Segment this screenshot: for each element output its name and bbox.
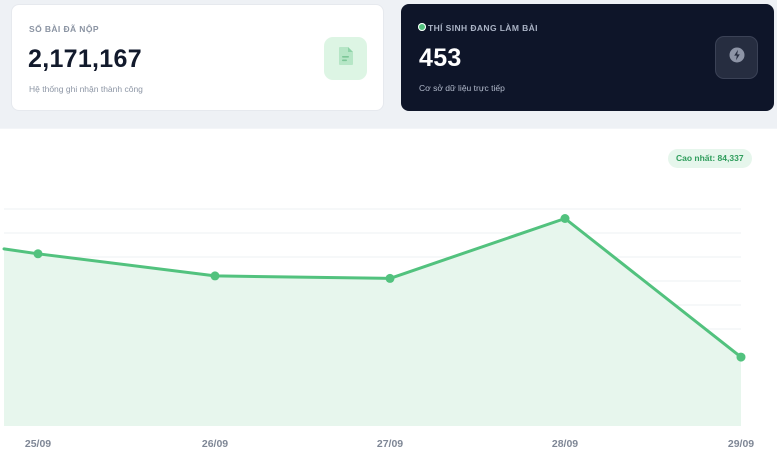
peak-value-badge: Cao nhất: 84,337	[668, 149, 752, 168]
data-point	[560, 214, 570, 223]
x-tick-label: 29/09	[728, 438, 754, 450]
x-tick-label: 25/09	[25, 438, 51, 450]
data-point	[210, 271, 220, 281]
data-point	[736, 352, 746, 362]
x-tick-label: 26/09	[202, 438, 228, 450]
data-point	[385, 273, 395, 283]
x-tick-label: 27/09	[377, 438, 403, 450]
submissions-line-chart: 25/09 26/09 27/09 28/09 29/09	[2, 208, 754, 450]
series-area	[4, 218, 741, 426]
x-tick-label: 28/09	[552, 438, 578, 450]
data-point	[33, 249, 43, 259]
